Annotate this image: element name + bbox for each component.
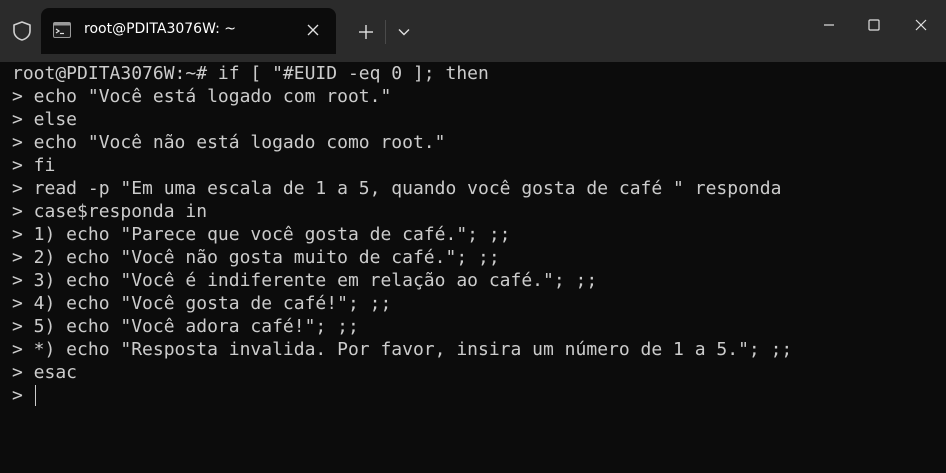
terminal-line: > case$responda in	[12, 201, 208, 222]
text-cursor	[34, 385, 36, 406]
maximize-icon[interactable]	[851, 0, 897, 50]
terminal-line: > 5) echo "Você adora café!"; ;;	[12, 316, 359, 337]
minimize-icon[interactable]	[806, 0, 852, 50]
tab-terminal[interactable]: root@PDITA3076W: ~	[41, 8, 336, 54]
terminal-line: > read -p "Em uma escala de 1 a 5, quand…	[12, 178, 782, 199]
terminal-output[interactable]: root@PDITA3076W:~# if [ "#EUID -eq 0 ]; …	[12, 62, 937, 467]
close-icon[interactable]	[898, 0, 944, 50]
terminal-window: root@PDITA3076W: ~ root@PDITA3076W:~# if…	[0, 0, 946, 473]
plus-icon[interactable]	[352, 18, 380, 46]
tab-divider	[385, 20, 386, 44]
shield-icon	[11, 20, 33, 42]
terminal-line: root@PDITA3076W:~# if [ "#EUID -eq 0 ]; …	[12, 63, 489, 84]
close-icon[interactable]	[303, 20, 323, 40]
terminal-line: > esac	[12, 362, 78, 383]
terminal-line: > *) echo "Resposta invalida. Por favor,…	[12, 339, 793, 360]
terminal-line: > else	[12, 109, 78, 130]
terminal-line: > 1) echo "Parece que você gosta de café…	[12, 224, 511, 245]
terminal-prompt: >	[12, 385, 23, 406]
terminal-line: > echo "Você está logado com root."	[12, 86, 392, 107]
title-bar: root@PDITA3076W: ~	[0, 0, 946, 62]
terminal-line: > fi	[12, 155, 56, 176]
terminal-line: > 2) echo "Você não gosta muito de café.…	[12, 247, 500, 268]
chevron-down-icon[interactable]	[392, 20, 416, 44]
terminal-line: > 4) echo "Você gosta de café!"; ;;	[12, 293, 392, 314]
terminal-icon	[53, 22, 71, 38]
terminal-input-line[interactable]: >	[12, 384, 937, 407]
tab-title: root@PDITA3076W: ~	[84, 21, 237, 37]
terminal-line: > 3) echo "Você é indiferente em relação…	[12, 270, 598, 291]
terminal-line: > echo "Você não está logado como root."	[12, 132, 446, 153]
